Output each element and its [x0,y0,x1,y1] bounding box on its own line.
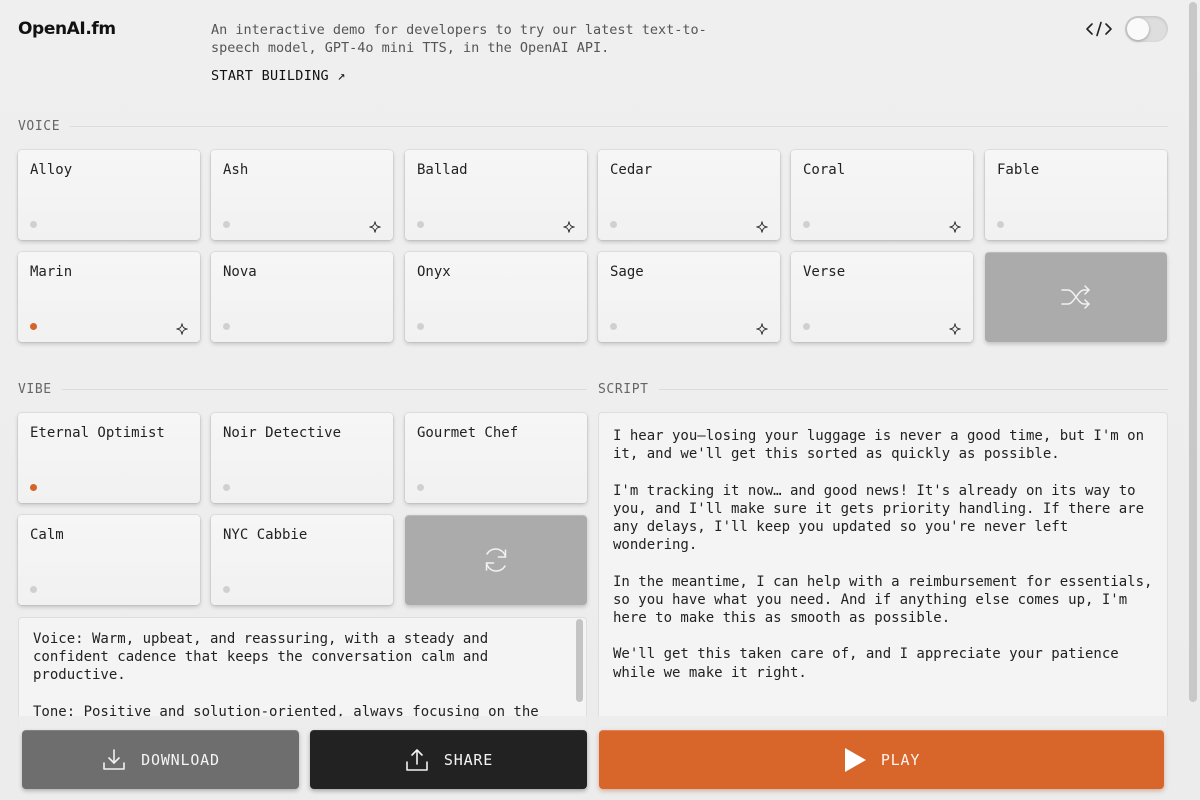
voice-card-coral[interactable]: Coral [791,150,973,240]
card-label: Onyx [417,264,451,280]
share-icon [406,748,428,771]
sparkle-icon [176,320,188,335]
selection-indicator [223,484,230,491]
card-label: Eternal Optimist [30,425,165,441]
voice-card-verse[interactable]: Verse [791,252,973,342]
selection-indicator [417,323,424,330]
script-textarea[interactable]: I hear you—losing your luggage is never … [598,412,1168,738]
play-label: PLAY [880,750,921,769]
download-icon [103,748,125,770]
sparkle-icon [756,218,768,233]
card-label: Coral [803,162,846,178]
vibe-heading: VIBE [18,382,52,397]
card-label: Ballad [417,162,468,178]
download-button[interactable]: DOWNLOAD [22,730,299,789]
selection-indicator [803,323,810,330]
voice-card-sage[interactable]: Sage [598,252,780,342]
logo[interactable]: OpenAI.fm [18,19,116,39]
tagline: An interactive demo for developers to tr… [211,22,707,56]
selection-indicator [610,221,617,228]
refresh-icon [485,548,507,572]
sparkle-icon [563,218,575,233]
sparkle-icon [369,218,381,233]
card-label: Marin [30,264,73,280]
selection-indicator [30,484,37,491]
script-section-label: SCRIPT [598,382,1168,397]
card-label: Ash [223,162,249,178]
script-heading: SCRIPT [598,382,649,397]
voice-card-ash[interactable]: Ash [211,150,393,240]
selection-indicator [223,586,230,593]
card-label: NYC Cabbie [223,527,308,543]
vibe-card-nyc-cabbie[interactable]: NYC Cabbie [211,515,393,605]
selection-indicator [223,323,230,330]
voice-section-label: VOICE [18,119,1168,134]
selection-indicator [30,221,37,228]
voice-card-onyx[interactable]: Onyx [405,252,587,342]
sparkle-icon [756,320,768,335]
sparkle-icon [949,218,961,233]
vibe-card-noir-detective[interactable]: Noir Detective [211,413,393,503]
download-label: DOWNLOAD [141,750,220,769]
vibe-card-eternal-optimist[interactable]: Eternal Optimist [18,413,200,503]
voice-card-cedar[interactable]: Cedar [598,150,780,240]
card-label: Noir Detective [223,425,342,441]
card-label: Fable [997,162,1040,178]
card-label: Cedar [610,162,653,178]
voice-card-fable[interactable]: Fable [985,150,1167,240]
selection-indicator [30,586,37,593]
voice-card-alloy[interactable]: Alloy [18,150,200,240]
selection-indicator [417,484,424,491]
voice-heading: VOICE [18,119,61,134]
random-voice-button[interactable] [985,252,1167,342]
selection-indicator [803,221,810,228]
sparkle-icon [949,320,961,335]
selection-indicator [30,323,37,330]
shuffle-icon [1061,285,1090,309]
dev-mode-toggle[interactable] [1125,16,1168,42]
selection-indicator [997,221,1004,228]
card-label: Sage [610,264,644,280]
voice-divider [70,126,1168,127]
card-label: Gourmet Chef [417,425,519,441]
refresh-vibes-button[interactable] [405,515,587,605]
voice-card-ballad[interactable]: Ballad [405,150,587,240]
vibe-textarea-scrollbar[interactable] [576,619,583,702]
card-label: Calm [30,527,64,543]
voice-card-nova[interactable]: Nova [211,252,393,342]
start-building-link[interactable]: START BUILDING ↗ [211,68,346,84]
code-icon[interactable] [1085,20,1113,38]
play-icon [844,747,866,772]
card-label: Nova [223,264,257,280]
vibe-card-calm[interactable]: Calm [18,515,200,605]
play-button[interactable]: PLAY [599,730,1164,789]
page-scrollbar[interactable] [1189,2,1197,702]
selection-indicator [417,221,424,228]
card-label: Alloy [30,162,73,178]
vibe-section-label: VIBE [18,382,587,397]
selection-indicator [223,221,230,228]
share-button[interactable]: SHARE [310,730,587,789]
vibe-divider [61,389,587,390]
vibe-card-gourmet-chef[interactable]: Gourmet Chef [405,413,587,503]
script-divider [658,389,1168,390]
card-label: Verse [803,264,846,280]
share-label: SHARE [443,750,494,769]
toggle-knob [1127,18,1149,40]
selection-indicator [610,323,617,330]
voice-card-marin[interactable]: Marin [18,252,200,342]
